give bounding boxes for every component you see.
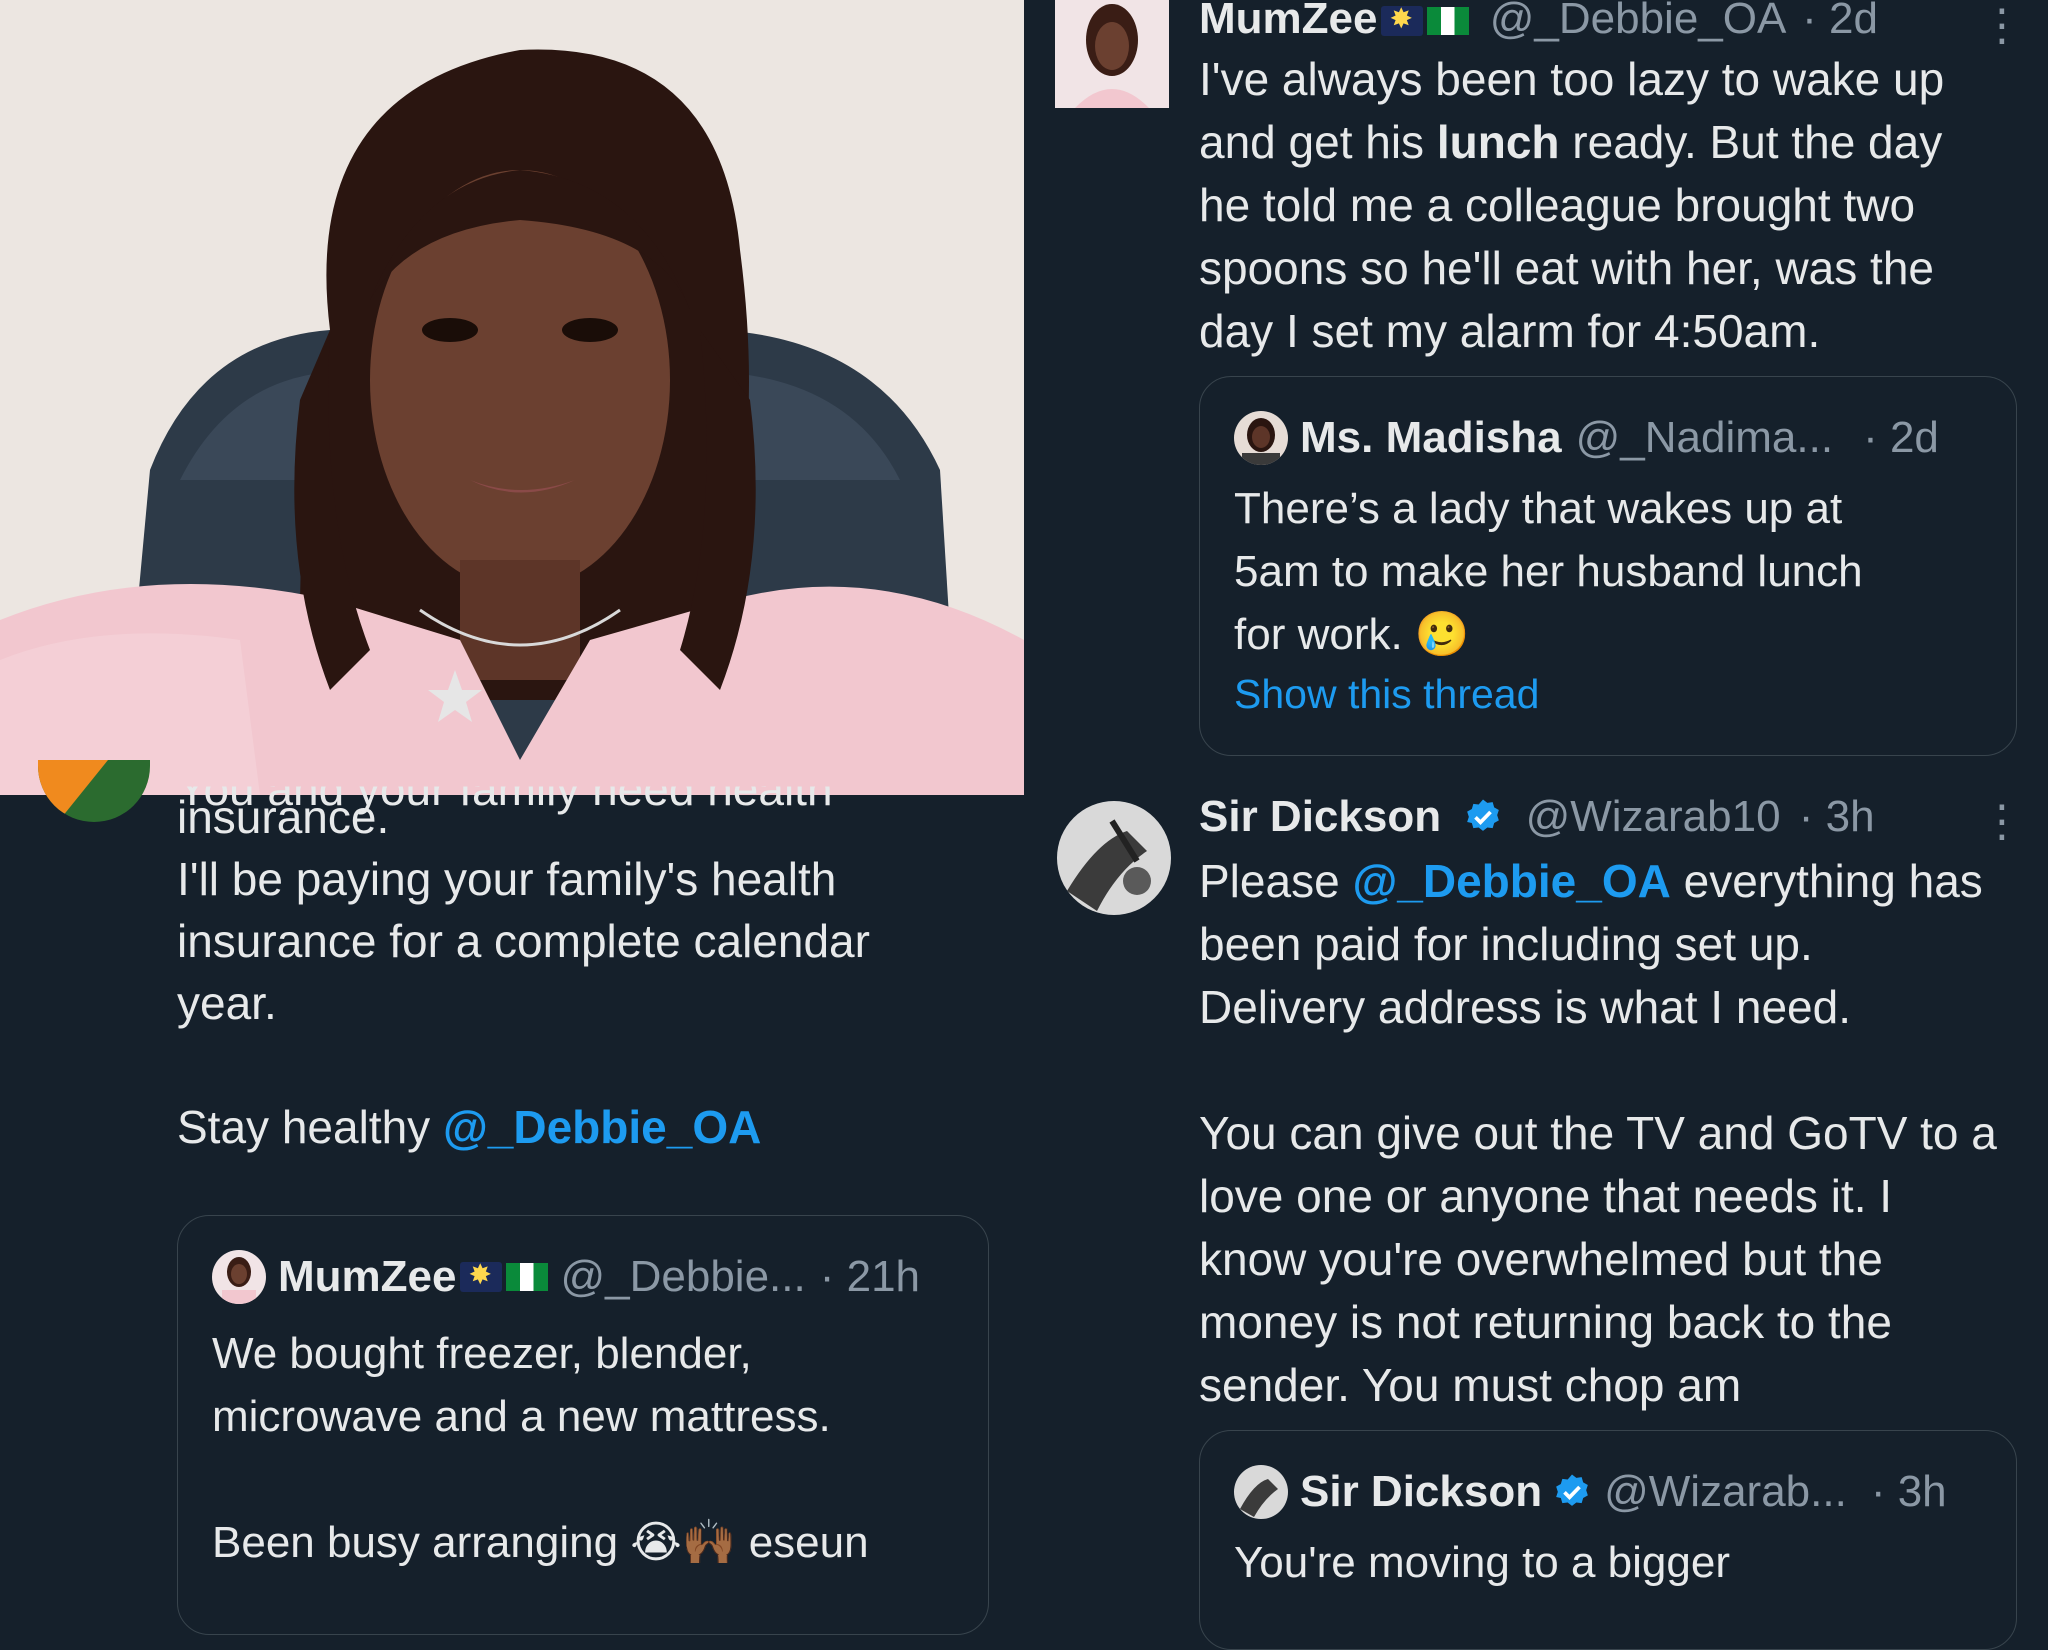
tweet-line: You can give out the TV and GoTV to a	[1199, 1107, 1997, 1159]
crying-praying-emoji-icon: 😭🙌🏾	[630, 1518, 737, 1567]
quoted-tweet[interactable]: MumZee @_Debbie... · 21h We bought freez…	[177, 1215, 989, 1635]
quoted-line-last: for work.	[1234, 610, 1415, 659]
tweet-timestamp[interactable]: · 3h	[1799, 792, 1875, 841]
user-avatar[interactable]	[1057, 801, 1171, 915]
mention-link[interactable]: @_Debbie_OA	[443, 1101, 761, 1153]
tweet-line: been paid for including set up.	[1199, 918, 1813, 970]
tweet-line: Delivery address is what I need.	[1199, 981, 1851, 1033]
user-avatar[interactable]	[38, 760, 150, 822]
quoted-text: You're moving to a bigger	[1234, 1531, 1994, 1594]
quoted-author-name[interactable]: MumZee	[278, 1252, 456, 1302]
tweet-text-stay: Stay healthy	[177, 1101, 443, 1153]
tweet-text: Please @_Debbie_OA everything has been p…	[1199, 850, 2029, 1417]
quoted-text: We bought freezer, blender, microwave an…	[212, 1322, 972, 1574]
author-name[interactable]: MumZee	[1199, 0, 1377, 43]
quoted-line: 5am to make her husband lunch	[1234, 547, 1863, 596]
tweet-line: Please @_Debbie_OA everything has	[1199, 850, 2029, 913]
quoted-handle[interactable]: @_Nadima...	[1576, 413, 1833, 463]
tweet-line: spoons so he'll eat with her, was the	[1199, 242, 1934, 294]
tweet-text: insurance. I'll be paying your family's …	[177, 786, 997, 1158]
quoted-tweet-header: MumZee @_Debbie... · 21h	[212, 1250, 920, 1304]
quoted-timestamp[interactable]: · 3h	[1871, 1467, 1947, 1517]
tweet-line: I'll be paying your family's health	[177, 853, 837, 905]
quoted-line: We bought freezer, blender,	[212, 1329, 752, 1378]
profile-photo	[0, 0, 1024, 795]
tweet-line-pre: Please	[1199, 855, 1353, 907]
quoted-line: Been busy arranging 😭🙌🏾 eseun	[212, 1511, 972, 1574]
quoted-avatar[interactable]	[212, 1250, 266, 1304]
quoted-handle[interactable]: @_Debbie...	[560, 1252, 805, 1302]
tweet-line: insurance for a complete calendar	[177, 915, 870, 967]
quoted-tweet[interactable]: Ms. Madisha @_Nadima... · 2d There’s a l…	[1199, 376, 2017, 756]
tweet-timestamp[interactable]: · 2d	[1802, 0, 1878, 43]
quoted-line-pre: Been busy arranging	[212, 1518, 631, 1567]
author-handle[interactable]: @Wizarab10	[1526, 792, 1781, 841]
smiling-tear-emoji-icon: 🥲	[1414, 610, 1470, 659]
quoted-line: for work. 🥲	[1234, 603, 1994, 666]
fireworks-emoji-icon	[1381, 2, 1424, 36]
tweet-line-post: ready. But the day	[1559, 116, 1943, 168]
quoted-tweet-header: Ms. Madisha @_Nadima... · 2d	[1234, 411, 1939, 465]
quoted-line: microwave and a new mattress.	[212, 1392, 831, 1441]
more-options-icon[interactable]: ⋮	[1980, 796, 2024, 847]
tweet-line: and get his lunch ready. But the day	[1199, 111, 2019, 174]
tweet-header: MumZee @_Debbie_OA · 2d	[1199, 0, 1878, 44]
quoted-text: There’s a lady that wakes up at 5am to m…	[1234, 477, 1994, 722]
tweet-text: I've always been too lazy to wake up and…	[1199, 48, 2019, 363]
author-name[interactable]: Sir Dickson	[1199, 792, 1441, 841]
quoted-tweet-header: Sir Dickson @Wizarab... · 3h	[1234, 1465, 1947, 1519]
tweet-line-post: everything has	[1670, 855, 1983, 907]
tweet-line: day I set my alarm for 4:50am.	[1199, 305, 1821, 357]
nigeria-flag-icon	[506, 1263, 549, 1291]
tweet-line: I've always been too lazy to wake up	[1199, 53, 1945, 105]
tweet-header: Sir Dickson @Wizarab10 · 3h	[1199, 792, 1875, 842]
tweet-line: know you're overwhelmed but the	[1199, 1233, 1883, 1285]
tweet-line: love one or anyone that needs it. I	[1199, 1170, 1893, 1222]
quoted-tweet[interactable]: Sir Dickson @Wizarab... · 3h You're movi…	[1199, 1430, 2017, 1650]
tweet-line-pre: and get his	[1199, 116, 1437, 168]
user-avatar[interactable]	[1055, 0, 1169, 108]
tweet-line: money is not returning back to the	[1199, 1296, 1892, 1348]
quoted-handle[interactable]: @Wizarab...	[1604, 1467, 1847, 1517]
show-thread-link[interactable]: Show this thread	[1234, 666, 1994, 722]
more-options-icon[interactable]: ⋮	[1980, 0, 2024, 51]
quoted-timestamp[interactable]: · 21h	[820, 1252, 920, 1302]
verified-badge-icon	[1556, 1474, 1588, 1506]
quoted-author-name[interactable]: Ms. Madisha	[1300, 413, 1562, 463]
quoted-avatar[interactable]	[1234, 411, 1288, 465]
quoted-line: There’s a lady that wakes up at	[1234, 484, 1843, 533]
quoted-author-name[interactable]: Sir Dickson	[1300, 1467, 1542, 1517]
quoted-line-post: eseun	[736, 1518, 869, 1567]
tweet-line: Stay healthy @_Debbie_OA	[177, 1096, 997, 1158]
tweet-line: sender. You must chop am	[1199, 1359, 1742, 1411]
fireworks-emoji-icon	[460, 1258, 503, 1292]
tweet-line: year.	[177, 977, 277, 1029]
nigeria-flag-icon	[1427, 7, 1470, 35]
verified-badge-icon	[1467, 799, 1500, 831]
quoted-avatar[interactable]	[1234, 1465, 1288, 1519]
author-handle[interactable]: @_Debbie_OA	[1490, 0, 1784, 43]
quoted-timestamp[interactable]: · 2d	[1863, 413, 1939, 463]
tweet-line: insurance.	[177, 791, 390, 843]
mention-link[interactable]: @_Debbie_OA	[1352, 855, 1670, 907]
tweet-line: he told me a colleague brought two	[1199, 179, 1916, 231]
quoted-line: You're moving to a bigger	[1234, 1538, 1730, 1587]
tweet-bold-word: lunch	[1436, 116, 1560, 168]
